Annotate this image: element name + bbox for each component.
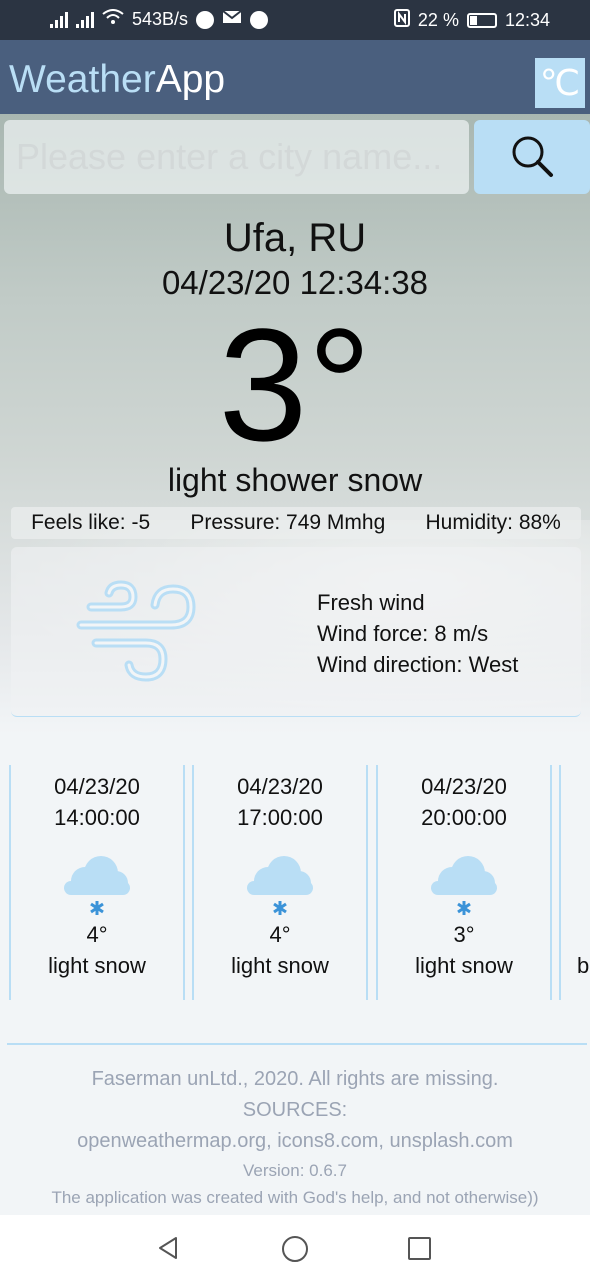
network-speed: 543B/s	[132, 9, 189, 29]
wifi-icon	[102, 9, 124, 30]
forecast-item: 04/23/20 17:00:00 4° light snow	[192, 765, 368, 1000]
forecast-item-partial: b	[559, 765, 590, 1000]
battery-icon	[466, 13, 497, 28]
snow-cloud-icon	[431, 856, 497, 915]
app-title-weather: Weather	[9, 58, 156, 101]
app-version: Version: 0.6.7	[243, 1161, 347, 1180]
back-icon[interactable]	[156, 1236, 180, 1260]
humidity: Humidity: 88%	[425, 511, 561, 534]
wind-direction: Wind direction: West	[317, 652, 519, 677]
system-nav-bar	[0, 1215, 590, 1280]
signal-icon	[50, 11, 68, 28]
city-search-input[interactable]	[4, 120, 469, 194]
home-icon[interactable]	[282, 1236, 308, 1262]
app-notification-icon	[196, 10, 215, 29]
forecast-time: 17:00:00	[237, 805, 323, 830]
pressure: Pressure: 749 Mmhg	[190, 511, 386, 534]
forecast-description: light snow	[231, 953, 329, 978]
search-button[interactable]	[474, 120, 590, 194]
mail-icon	[222, 9, 242, 30]
forecast-list[interactable]: 04/23/20 14:00:00 4° light snow 04/23/20…	[0, 765, 590, 1000]
footer: Faserman unLtd., 2020. All rights are mi…	[0, 1064, 590, 1211]
forecast-temperature: 4°	[269, 922, 291, 947]
snow-cloud-icon	[247, 856, 313, 915]
sources-label: SOURCES:	[242, 1099, 348, 1121]
feels-like: Feels like: -5	[31, 511, 151, 534]
forecast-temperature: 3°	[453, 922, 475, 947]
app-title: WeatherApp	[9, 58, 225, 102]
chrome-icon	[250, 10, 269, 29]
clock: 12:34	[504, 10, 550, 30]
forecast-description: light snow	[415, 953, 513, 978]
footer-note: The application was created with God's h…	[51, 1188, 539, 1207]
snow-cloud-icon	[64, 856, 130, 915]
forecast-date: 04/23/20	[54, 774, 140, 799]
search-icon	[512, 136, 553, 177]
forecast-item: 04/23/20 20:00:00 3° light snow	[376, 765, 552, 1000]
forecast-date: 04/23/20	[237, 774, 323, 799]
wind-type: Fresh wind	[317, 590, 425, 615]
copyright: Faserman unLtd., 2020. All rights are mi…	[91, 1068, 499, 1090]
wind-info: Fresh wind Wind force: 8 m/s Wind direct…	[317, 587, 518, 680]
recent-apps-icon[interactable]	[408, 1237, 431, 1260]
weather-stats: Feels like: -5 Pressure: 749 Mmhg Humidi…	[11, 507, 581, 539]
forecast-description: light snow	[48, 953, 146, 978]
forecast-date: 04/23/20	[421, 774, 507, 799]
unit-toggle-button[interactable]: ℃	[535, 58, 585, 108]
app-title-app: App	[155, 58, 226, 101]
sources-list: openweathermap.org, icons8.com, unsplash…	[77, 1130, 513, 1152]
forecast-time: 14:00:00	[54, 805, 140, 830]
current-temperature: 3°	[218, 295, 372, 474]
nfc-icon	[393, 9, 410, 32]
forecast-time: 20:00:00	[421, 805, 507, 830]
battery-percent: 22 %	[417, 10, 459, 30]
signal-icon-2	[76, 11, 94, 28]
city-name: Ufa, RU	[223, 216, 367, 260]
status-bar: 543B/s 22 % 12:34	[0, 0, 590, 40]
footer-divider	[7, 1043, 587, 1045]
forecast-description: b	[577, 953, 590, 978]
weather-description: light shower snow	[167, 462, 423, 498]
wind-force: Wind force: 8 m/s	[317, 621, 489, 646]
forecast-temperature: 4°	[86, 922, 108, 947]
wind-icon	[76, 580, 196, 682]
wind-card: Fresh wind Wind force: 8 m/s Wind direct…	[11, 547, 581, 717]
forecast-item: 04/23/20 14:00:00 4° light snow	[9, 765, 185, 1000]
